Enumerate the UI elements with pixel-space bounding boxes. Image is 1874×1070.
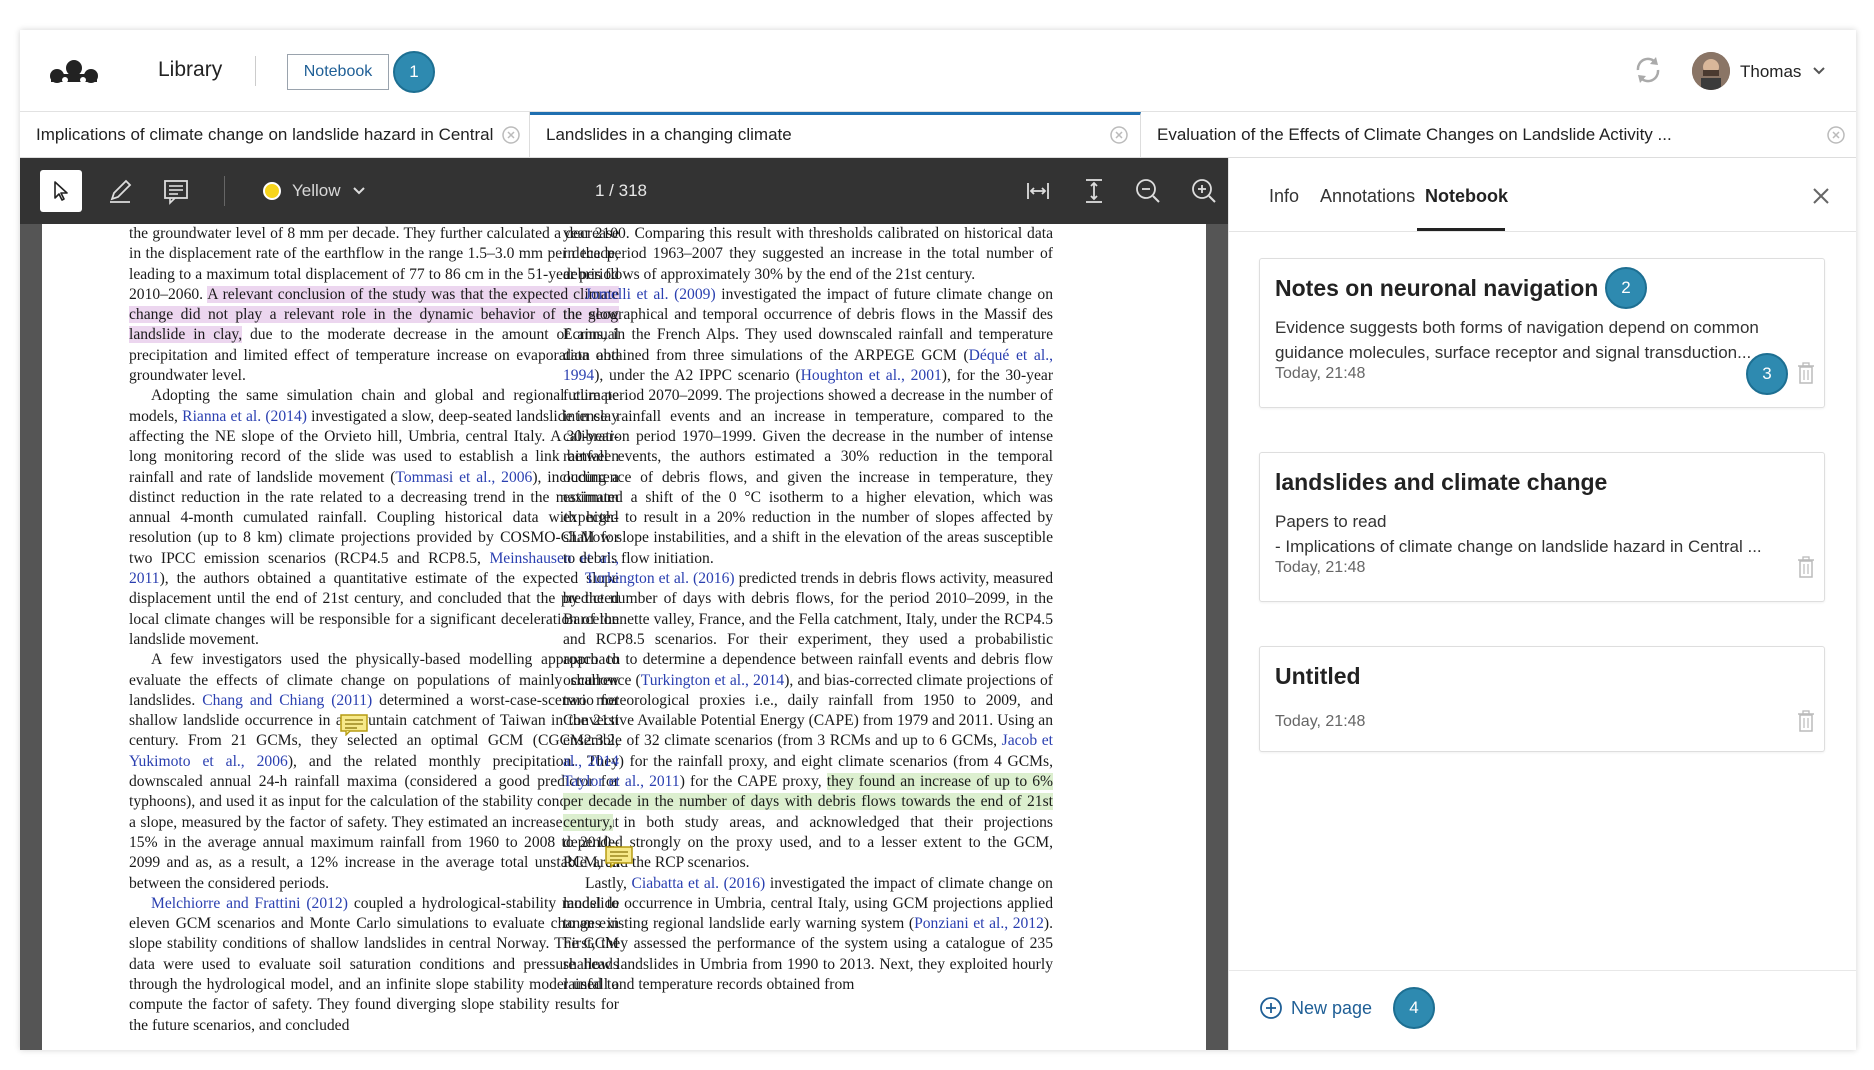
side-panel: Info Annotations Notebook Notes on neuro… <box>1228 158 1856 1050</box>
citation-link[interactable]: Houghton et al., 2001 <box>801 367 942 384</box>
active-tab-indicator <box>1417 228 1505 231</box>
tab-label: Implications of climate change on landsl… <box>36 125 496 144</box>
document-tabs: Implications of climate change on landsl… <box>20 112 1856 158</box>
user-name[interactable]: Thomas <box>1740 62 1801 82</box>
note-title: Untitled <box>1275 663 1361 689</box>
chevron-down-icon[interactable] <box>1812 64 1826 78</box>
tab-info[interactable]: Info <box>1269 186 1299 207</box>
note-body: Evidence suggests both forms of navigati… <box>1275 318 1759 362</box>
callout-badge-1: 1 <box>393 51 435 93</box>
paragraph-text: Lastly, <box>585 874 627 892</box>
tab-label: Landslides in a changing climate <box>546 125 792 144</box>
pdf-toolbar: Yellow 1 / 318 <box>20 158 1228 224</box>
citation-link[interactable]: Turkington et al. (2016) <box>585 570 735 587</box>
zoom-out-icon[interactable] <box>1130 173 1166 209</box>
note-body-line: Papers to read <box>1275 512 1387 531</box>
fit-height-icon[interactable] <box>1076 173 1112 209</box>
toolbar-divider <box>224 176 225 206</box>
fit-width-icon[interactable] <box>1020 173 1056 209</box>
tab-document-2[interactable]: Landslides in a changing climate <box>530 112 1141 158</box>
paragraph-text: ), under the A2 IPPC scenario ( <box>594 367 801 385</box>
library-link[interactable]: Library <box>158 58 222 82</box>
trash-icon[interactable] <box>1796 556 1816 578</box>
citation-link[interactable]: Chang and Chiang (2011) <box>202 692 372 709</box>
citation-link[interactable]: Tommasi et al., 2006 <box>395 469 532 486</box>
notebook-button[interactable]: Notebook <box>287 54 389 90</box>
new-page-button[interactable]: New page <box>1291 998 1372 1019</box>
trash-icon[interactable] <box>1796 362 1816 384</box>
avatar[interactable] <box>1692 52 1730 90</box>
tab-annotations[interactable]: Annotations <box>1320 186 1415 207</box>
tab-document-3[interactable]: Evaluation of the Effects of Climate Cha… <box>1141 112 1856 158</box>
text-column-left: the groundwater level of 8 mm per decade… <box>129 224 619 1036</box>
paragraph-text: in both study areas, and acknowledged th… <box>563 813 1054 872</box>
pdf-page: the groundwater level of 8 mm per decade… <box>42 224 1206 1050</box>
pen-icon[interactable] <box>102 173 138 209</box>
tab-notebook[interactable]: Notebook <box>1425 186 1508 207</box>
text-column-right: year 2100. Comparing this result with th… <box>563 224 1054 995</box>
tab-label: Evaluation of the Effects of Climate Cha… <box>1157 125 1672 144</box>
sticky-note-icon[interactable] <box>605 846 633 868</box>
divider <box>255 56 256 86</box>
citation-link[interactable]: Taylor et al., 2011 <box>563 773 680 790</box>
close-tab-icon[interactable] <box>1110 126 1128 144</box>
citation-link[interactable]: Turkington et al., 2014 <box>641 672 785 689</box>
paragraph-text: ), and the related monthly precipitation… <box>129 752 619 892</box>
close-tab-icon[interactable] <box>502 126 520 144</box>
sticky-note-icon[interactable] <box>340 714 368 736</box>
note-title: landslides and climate change <box>1275 469 1608 495</box>
add-circle-icon[interactable] <box>1259 996 1283 1020</box>
note-body-line: - Implications of climate change on land… <box>1275 537 1762 556</box>
pdf-viewer[interactable]: the groundwater level of 8 mm per decade… <box>20 224 1228 1050</box>
note-timestamp: Today, 21:48 <box>1275 713 1366 730</box>
color-picker-label[interactable]: Yellow <box>292 181 341 201</box>
citation-link[interactable]: Yukimoto et al., 2006 <box>129 753 288 770</box>
trash-icon[interactable] <box>1796 710 1816 732</box>
note-card[interactable]: landslides and climate change Papers to … <box>1259 452 1825 602</box>
close-icon[interactable] <box>1809 184 1833 208</box>
panel-tabs: Info Annotations Notebook <box>1229 158 1856 232</box>
note-card[interactable]: Notes on neuronal navigation 2 Evidence … <box>1259 258 1825 408</box>
citation-link[interactable]: Melchiorre and Frattini (2012) <box>151 895 348 912</box>
page-indicator: 1 / 318 <box>595 181 647 200</box>
tab-document-1[interactable]: Implications of climate change on landsl… <box>20 112 530 158</box>
citation-link[interactable]: Rianna et al. (2014) <box>182 408 307 425</box>
chevron-down-icon[interactable] <box>352 184 366 198</box>
top-bar: Library Notebook 1 Thomas <box>20 30 1856 112</box>
comment-icon[interactable] <box>158 173 194 209</box>
paragraph-text: ), for the 30-year future period 2070–20… <box>563 367 1054 567</box>
paragraph-text: ), the authors obtained a quantitative e… <box>129 570 619 648</box>
citation-link[interactable]: Ponziani et al., 2012 <box>914 915 1044 932</box>
mendeley-logo[interactable] <box>48 56 100 86</box>
paragraph-text: coupled a hydrological-stability model t… <box>129 894 619 1034</box>
close-tab-icon[interactable] <box>1827 126 1845 144</box>
select-tool-button[interactable] <box>40 170 82 212</box>
paragraph-text: year 2100. Comparing this result with th… <box>563 225 1053 283</box>
callout-badge-4: 4 <box>1393 987 1435 1029</box>
paragraph-text: ) for the rainfall proxy, and eight clim… <box>618 752 1053 770</box>
sync-icon[interactable] <box>1632 54 1664 86</box>
paragraph-text: ) for the CAPE proxy, <box>679 773 822 791</box>
citation-link[interactable]: Ciabatta et al. (2016) <box>631 875 765 892</box>
zoom-in-icon[interactable] <box>1186 173 1222 209</box>
panel-footer: New page 4 <box>1229 970 1856 1050</box>
note-body: Papers to read - Implications of climate… <box>1275 509 1795 559</box>
note-timestamp: Today, 21:48 <box>1275 365 1366 382</box>
note-timestamp: Today, 21:48 <box>1275 559 1366 576</box>
note-title: Notes on neuronal navigation <box>1275 275 1599 301</box>
app-window: Library Notebook 1 Thomas Implications o… <box>20 30 1856 1050</box>
note-card[interactable]: Untitled Today, 21:48 <box>1259 646 1825 752</box>
cursor-icon <box>54 181 68 201</box>
callout-badge-2: 2 <box>1605 267 1647 309</box>
citation-link[interactable]: Jomelli et al. (2009) <box>585 286 716 303</box>
color-swatch[interactable] <box>263 182 281 200</box>
callout-badge-3: 3 <box>1746 353 1788 395</box>
